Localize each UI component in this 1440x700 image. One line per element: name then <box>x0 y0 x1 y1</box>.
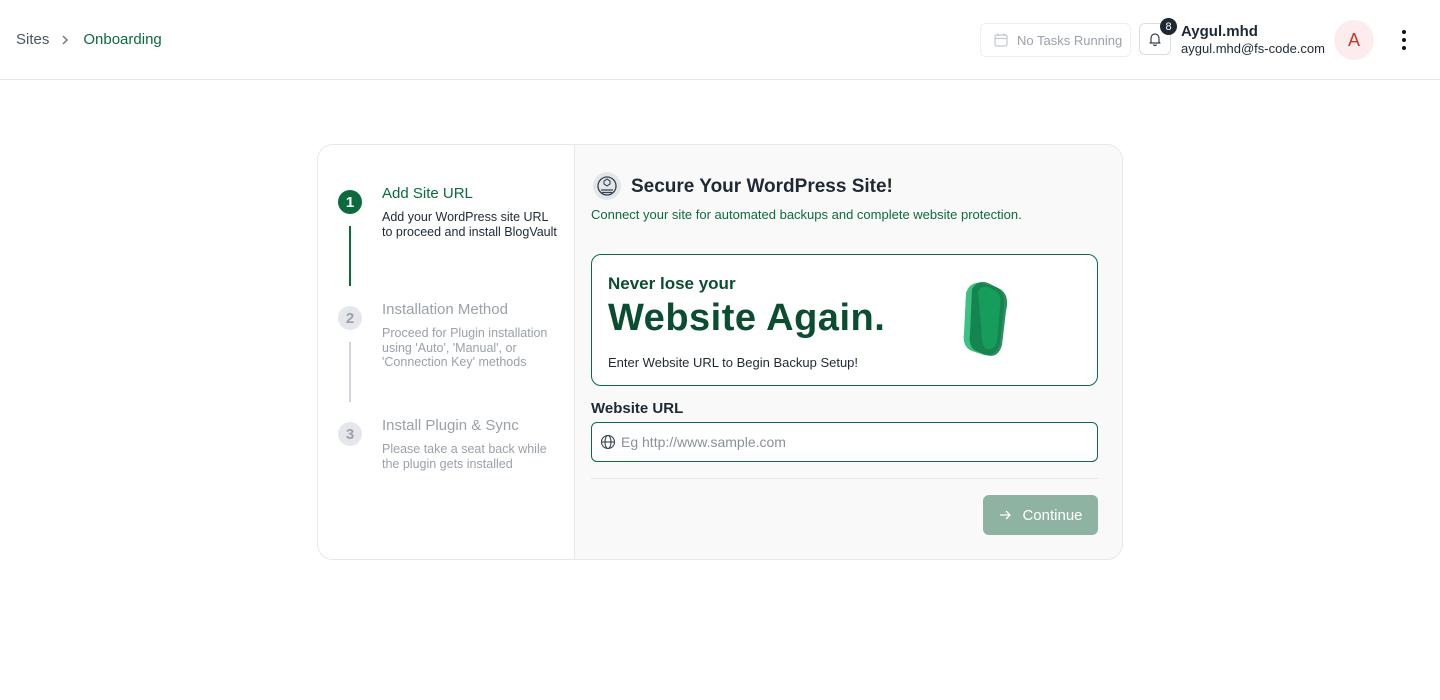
continue-button[interactable]: Continue <box>983 495 1098 535</box>
steps-panel: 1 Add Site URL Add your WordPress site U… <box>318 145 575 559</box>
banner-headline-small: Never lose your <box>608 274 736 293</box>
shield-illustration-icon <box>956 277 1016 361</box>
tasks-status-button[interactable]: No Tasks Running <box>980 23 1131 57</box>
step-2-description: Proceed for Plugin installation using 'A… <box>382 326 548 369</box>
step-1-description: Add your WordPress site URL to proceed a… <box>382 210 557 239</box>
calendar-icon <box>993 32 1009 48</box>
page-subtitle: Connect your site for automated backups … <box>591 207 1022 222</box>
step-1-number: 1 <box>338 190 362 214</box>
breadcrumb: Sites Onboarding <box>16 31 162 48</box>
breadcrumb-sites-link[interactable]: Sites <box>16 31 49 48</box>
promo-banner: Never lose your Website Again. Enter Web… <box>591 254 1098 386</box>
notification-count-badge: 8 <box>1160 18 1177 35</box>
onboarding-card: 1 Add Site URL Add your WordPress site U… <box>317 144 1123 560</box>
bell-icon <box>1147 31 1163 47</box>
tasks-status-label: No Tasks Running <box>1017 32 1123 48</box>
divider <box>591 478 1098 479</box>
kebab-menu-icon[interactable] <box>1394 28 1414 52</box>
wordpress-shield-icon <box>593 172 621 200</box>
website-url-input[interactable] <box>621 434 1091 450</box>
globe-icon <box>600 434 616 450</box>
top-bar: Sites Onboarding No Tasks Running 8 Aygu… <box>0 0 1440 80</box>
banner-subtext: Enter Website URL to Begin Backup Setup! <box>608 355 859 370</box>
step-2-title: Installation Method <box>382 301 508 318</box>
breadcrumb-current: Onboarding <box>83 31 162 48</box>
main-panel: Secure Your WordPress Site! Connect your… <box>575 145 1122 559</box>
step-2-connector <box>349 342 351 402</box>
step-1-connector <box>349 226 351 286</box>
user-email: aygul.mhd@fs-code.com <box>1181 41 1325 56</box>
chevron-right-icon <box>57 32 73 48</box>
user-name: Aygul.mhd <box>1181 23 1258 40</box>
arrow-right-icon <box>998 508 1012 522</box>
website-url-field[interactable] <box>591 422 1098 462</box>
continue-button-label: Continue <box>1022 506 1083 524</box>
website-url-label: Website URL <box>591 400 684 417</box>
banner-headline-big: Website Again. <box>608 297 886 339</box>
step-3-description: Please take a seat back while the plugin… <box>382 442 547 471</box>
page-title: Secure Your WordPress Site! <box>631 176 893 197</box>
step-1-title: Add Site URL <box>382 185 473 202</box>
avatar[interactable]: A <box>1334 20 1374 60</box>
step-3-title: Install Plugin & Sync <box>382 417 519 434</box>
step-3-number: 3 <box>338 422 362 446</box>
step-2-number: 2 <box>338 306 362 330</box>
